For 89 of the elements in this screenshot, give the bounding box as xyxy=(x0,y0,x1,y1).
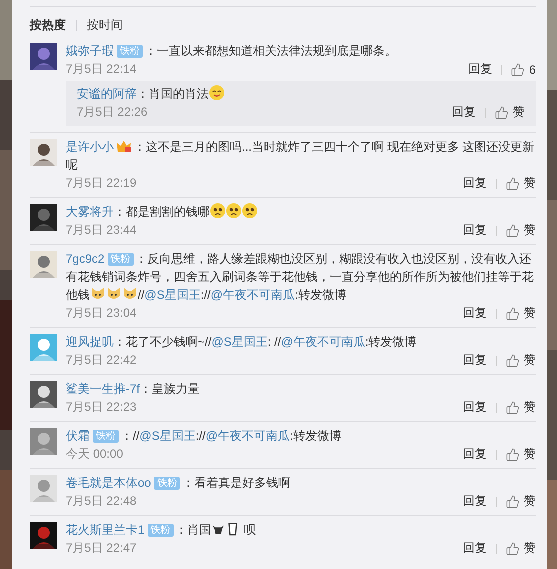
sort-tab[interactable]: 按热度 xyxy=(30,17,66,34)
user-name-link[interactable]: 迎风捉叽 xyxy=(66,335,114,349)
reply-text: 安谧的阿辞：肖国的肖法 xyxy=(77,85,525,103)
like-button[interactable]: 6 xyxy=(511,62,536,76)
mention-link[interactable]: @午夜不可南瓜 xyxy=(281,335,366,349)
like-button[interactable]: 赞 xyxy=(495,104,525,121)
like-count: 赞 xyxy=(524,540,536,557)
reply-link[interactable]: 回复 xyxy=(463,175,487,192)
user-name-link[interactable]: 7gc9c2 xyxy=(66,252,105,266)
mention-link[interactable]: @午夜不可南瓜 xyxy=(206,429,290,443)
comment-text: 卷毛就是本体oo 铁粉 ：看着真是好多钱啊 xyxy=(66,475,292,492)
like-button[interactable]: 赞 xyxy=(506,446,536,463)
like-count: 赞 xyxy=(524,222,536,239)
like-button[interactable]: 赞 xyxy=(506,222,536,239)
reply-link[interactable]: 回复 xyxy=(463,540,487,557)
user-name-link[interactable]: 是许小小 xyxy=(66,140,114,154)
like-count: 6 xyxy=(529,62,536,76)
like-button[interactable]: 赞 xyxy=(506,399,536,416)
mention-link[interactable]: @午夜不可南瓜 xyxy=(210,288,296,302)
reply-link[interactable]: 回复 xyxy=(463,446,487,463)
comment-text: 伏霜 铁粉 ：//@S星国王://@午夜不可南瓜:转发微博 xyxy=(66,428,342,445)
mention-link[interactable]: @S星国王 xyxy=(144,288,201,302)
reply-link[interactable]: 回复 xyxy=(463,399,487,416)
thumbs-up-icon xyxy=(506,494,520,508)
comment-text: 大雾将升：都是割割的钱哪 xyxy=(66,203,536,221)
like-count: 赞 xyxy=(524,352,536,369)
reply-link[interactable]: 回复 xyxy=(452,104,476,121)
mention-link[interactable]: @S星国王 xyxy=(212,335,268,349)
sort-tab[interactable]: 按时间 xyxy=(87,17,123,34)
user-name-link[interactable]: 娥弥子瑕 xyxy=(66,44,114,58)
comment-time: 7月5日 22:19 xyxy=(66,175,138,192)
comment-time: 7月5日 22:42 xyxy=(66,352,138,369)
emoji-icon xyxy=(242,203,258,219)
reply-link[interactable]: 回复 xyxy=(463,305,487,322)
thumbs-up-icon xyxy=(506,542,520,556)
fan-badge: 铁粉 xyxy=(148,524,174,537)
comment-time: 7月5日 22:47 xyxy=(66,540,138,557)
like-button[interactable]: 赞 xyxy=(506,493,536,510)
cup-icon xyxy=(228,523,238,536)
user-name-link[interactable]: 卷毛就是本体oo xyxy=(66,476,152,490)
comment-time: 7月5日 23:44 xyxy=(66,222,138,239)
user-name-link[interactable]: 花火斯里兰卡1 xyxy=(66,523,145,537)
reply-link[interactable]: 回复 xyxy=(463,493,487,510)
thumbs-up-icon xyxy=(506,400,520,414)
fan-badge: 铁粉 xyxy=(117,45,143,58)
comment-text: 花火斯里兰卡1 铁粉 ：肖国 呗 xyxy=(66,522,258,539)
fan-badge: 铁粉 xyxy=(93,430,119,443)
like-count: 赞 xyxy=(524,493,536,510)
comment-time: 7月5日 22:23 xyxy=(66,399,138,416)
thumbs-up-icon xyxy=(506,306,520,320)
comment-text: 迎风捉叽：花了不少钱啊~//@S星国王: //@午夜不可南瓜:转发微博 xyxy=(66,334,418,351)
thumbs-up-icon xyxy=(511,62,526,76)
comment-time: 7月5日 22:14 xyxy=(66,61,138,78)
like-count: 赞 xyxy=(524,446,536,463)
emoji-icon xyxy=(210,203,226,219)
mention-link[interactable]: @S星国王 xyxy=(140,429,196,443)
thumbs-up-icon xyxy=(495,106,509,120)
like-count: 赞 xyxy=(524,399,536,416)
like-count: 赞 xyxy=(524,305,536,322)
like-button[interactable]: 赞 xyxy=(506,305,536,322)
fan-badge: 铁粉 xyxy=(154,477,180,490)
like-button[interactable]: 赞 xyxy=(506,175,536,192)
comment-text: 娥弥子瑕 铁粉 ：一直以来都想知道相关法律法规到底是哪条。 xyxy=(66,43,398,60)
reply-link[interactable]: 回复 xyxy=(463,352,487,369)
thumbs-up-icon xyxy=(506,448,520,462)
like-button[interactable]: 赞 xyxy=(506,352,536,369)
comment-time: 7月5日 22:48 xyxy=(66,493,138,510)
thumbs-up-icon xyxy=(506,354,520,368)
user-name-link[interactable]: 伏霜 xyxy=(66,429,90,443)
emoji-icon xyxy=(209,85,225,101)
comment-text: 是许小小 ：这不是三月的图吗...当时就炸了三四十个了啊 现在绝对更多 这图还没更新呢 xyxy=(66,138,536,174)
user-name-link[interactable]: 大雾将升 xyxy=(66,205,114,219)
user-name-link[interactable]: 鲨美一生推-7f xyxy=(66,382,140,396)
thumbs-up-icon xyxy=(506,176,520,190)
fan-badge: 铁粉 xyxy=(108,253,134,266)
comment-time: 7月5日 23:04 xyxy=(66,305,138,322)
like-button[interactable]: 赞 xyxy=(506,540,536,557)
like-count: 赞 xyxy=(524,175,536,192)
crown-icon xyxy=(116,139,132,153)
emoji-icon xyxy=(226,203,242,219)
comment-text: 7gc9c2 铁粉 ：反向思维，路人缘差跟糊也没区别，糊跟没有收入也没区别，没有收入还有花钱销词条炸号，四舍五入刷词条等于花他钱，一直分享他的所作所为被他们挂等于花他钱 //@S星国王://@午夜不可南瓜:转发微博 xyxy=(66,251,535,304)
reply-link[interactable]: 回复 xyxy=(468,61,492,78)
thumbs-up-icon xyxy=(506,224,520,238)
comment-time: 今天 00:00 xyxy=(66,446,124,463)
user-name-link[interactable]: 安谧的阿辞 xyxy=(77,87,137,101)
like-count: 赞 xyxy=(513,104,525,121)
reply-link[interactable]: 回复 xyxy=(463,222,487,239)
comment-time: 7月5日 22:26 xyxy=(77,104,149,121)
comment-text: 鲨美一生推-7f：皇族力量 xyxy=(66,381,202,398)
